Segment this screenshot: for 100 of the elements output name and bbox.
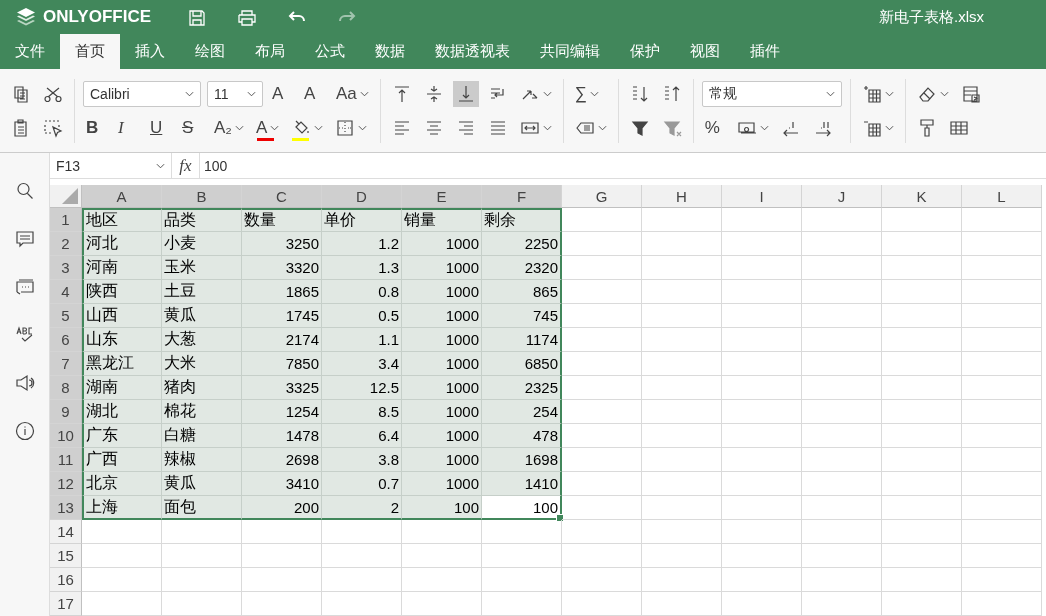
row-header[interactable]: 13 (50, 496, 82, 520)
ribbon-tab[interactable]: 首页 (60, 34, 120, 69)
column-header[interactable]: I (722, 185, 802, 208)
table-cell: 山东 (82, 328, 162, 352)
row-header[interactable]: 16 (50, 568, 82, 592)
row-header[interactable]: 2 (50, 232, 82, 256)
table-cell: 黑龙江 (82, 352, 162, 376)
row-header[interactable]: 14 (50, 520, 82, 544)
column-header[interactable]: J (802, 185, 882, 208)
stacked-layers-icon (15, 6, 37, 28)
table-cell: 土豆 (162, 280, 242, 304)
table-cell: 3320 (242, 256, 322, 280)
caret-icon (825, 90, 835, 97)
ribbon-tab[interactable]: 保护 (615, 34, 675, 69)
ribbon-tab[interactable]: 数据 (360, 34, 420, 69)
table-cell: 品类 (162, 208, 242, 232)
comment-icon (14, 229, 35, 249)
column-header[interactable]: C (242, 185, 322, 208)
column-header[interactable]: B (162, 185, 242, 208)
cell-reference: F13 (56, 157, 81, 174)
select-all-icon (43, 117, 63, 138)
column-header[interactable]: L (962, 185, 1042, 208)
number-format-dropdown[interactable]: 常规 (701, 80, 842, 107)
row-header[interactable]: 1 (50, 208, 82, 232)
column-header[interactable]: H (642, 185, 722, 208)
font-size-dropdown[interactable]: 11 (207, 80, 263, 107)
row-header[interactable]: 5 (50, 304, 82, 328)
table-cell: 数量 (242, 208, 322, 232)
formula-input[interactable]: 100 (200, 153, 1046, 178)
ribbon-tab[interactable]: 插件 (735, 34, 795, 69)
font-color-button[interactable]: A (252, 114, 283, 141)
row-header[interactable]: 11 (50, 448, 82, 472)
table-cell: 1000 (402, 352, 482, 376)
copy-icon (11, 83, 31, 104)
caret-icon (884, 124, 894, 131)
sum-button[interactable]: ∑ (571, 80, 602, 107)
caret-icon (270, 124, 280, 131)
bold-button[interactable]: B (83, 114, 109, 141)
borders-icon (335, 117, 356, 138)
ribbon-tab[interactable]: 共同编辑 (525, 34, 615, 69)
underline-glyph: U (150, 117, 163, 138)
row-header[interactable]: 9 (50, 400, 82, 424)
row-header[interactable]: 6 (50, 328, 82, 352)
table-cell: 6.4 (322, 424, 402, 448)
ribbon-tab[interactable]: 文件 (0, 34, 60, 69)
ribbon-tab[interactable]: 公式 (300, 34, 360, 69)
table-cell: 1478 (242, 424, 322, 448)
document-title: 新电子表格.xlsx (879, 7, 984, 27)
column-header[interactable]: D (322, 185, 402, 208)
row-header[interactable]: 3 (50, 256, 82, 280)
column-header[interactable]: K (882, 185, 962, 208)
printer-icon (237, 8, 257, 28)
table-cell: 1174 (482, 328, 562, 352)
table-cell: 小麦 (162, 232, 242, 256)
row-header[interactable]: 4 (50, 280, 82, 304)
font-name-dropdown[interactable]: Calibri (83, 80, 201, 107)
row-header[interactable]: 17 (50, 592, 82, 616)
ribbon-tab[interactable]: 数据透视表 (420, 34, 525, 69)
row-header[interactable]: 12 (50, 472, 82, 496)
row-header[interactable]: 7 (50, 352, 82, 376)
column-header[interactable]: E (402, 185, 482, 208)
increase-font-size-button[interactable]: A (269, 80, 295, 107)
triangle-icon (62, 188, 78, 204)
decrease-font-size-button[interactable]: A (301, 80, 327, 107)
column-header[interactable]: G (562, 185, 642, 208)
table-cell: 辣椒 (162, 448, 242, 472)
table-cell: 3250 (242, 232, 322, 256)
underline-button[interactable]: U (147, 114, 173, 141)
number-format-value: 常规 (708, 84, 737, 103)
row-header[interactable]: 8 (50, 376, 82, 400)
ribbon-tab[interactable]: 视图 (675, 34, 735, 69)
table-cell: 广东 (82, 424, 162, 448)
subscript-button[interactable]: A₂ (211, 114, 247, 141)
strikethrough-button[interactable]: S (179, 114, 205, 141)
ribbon-tab[interactable]: 插入 (120, 34, 180, 69)
column-header[interactable]: A (82, 185, 162, 208)
ribbon-tab[interactable]: 布局 (240, 34, 300, 69)
table-cell: 白糖 (162, 424, 242, 448)
row-header[interactable]: 10 (50, 424, 82, 448)
change-case-button[interactable]: Aa (333, 80, 372, 107)
table-cell: 河北 (82, 232, 162, 256)
table-cell: 面包 (162, 496, 242, 520)
decrease-font-size-glyph: A (304, 83, 316, 104)
table-cell: 单价 (322, 208, 402, 232)
align-bottom-button[interactable] (452, 80, 479, 107)
row-header[interactable]: 15 (50, 544, 82, 568)
percent-format-button[interactable]: % (701, 114, 728, 141)
table-cell: 1000 (402, 424, 482, 448)
table-cell: 1254 (242, 400, 322, 424)
column-header[interactable]: F (482, 185, 562, 208)
caret-icon (542, 124, 552, 131)
caret-icon (597, 124, 607, 131)
table-cell: 2320 (482, 256, 562, 280)
italic-button[interactable]: I (115, 114, 141, 141)
megaphone-icon (14, 373, 35, 393)
table-cell: 2 (322, 496, 402, 520)
table-cell: 销量 (402, 208, 482, 232)
ribbon-tab[interactable]: 绘图 (180, 34, 240, 69)
bold-glyph: B (86, 117, 99, 138)
select-all-corner[interactable] (50, 185, 82, 208)
